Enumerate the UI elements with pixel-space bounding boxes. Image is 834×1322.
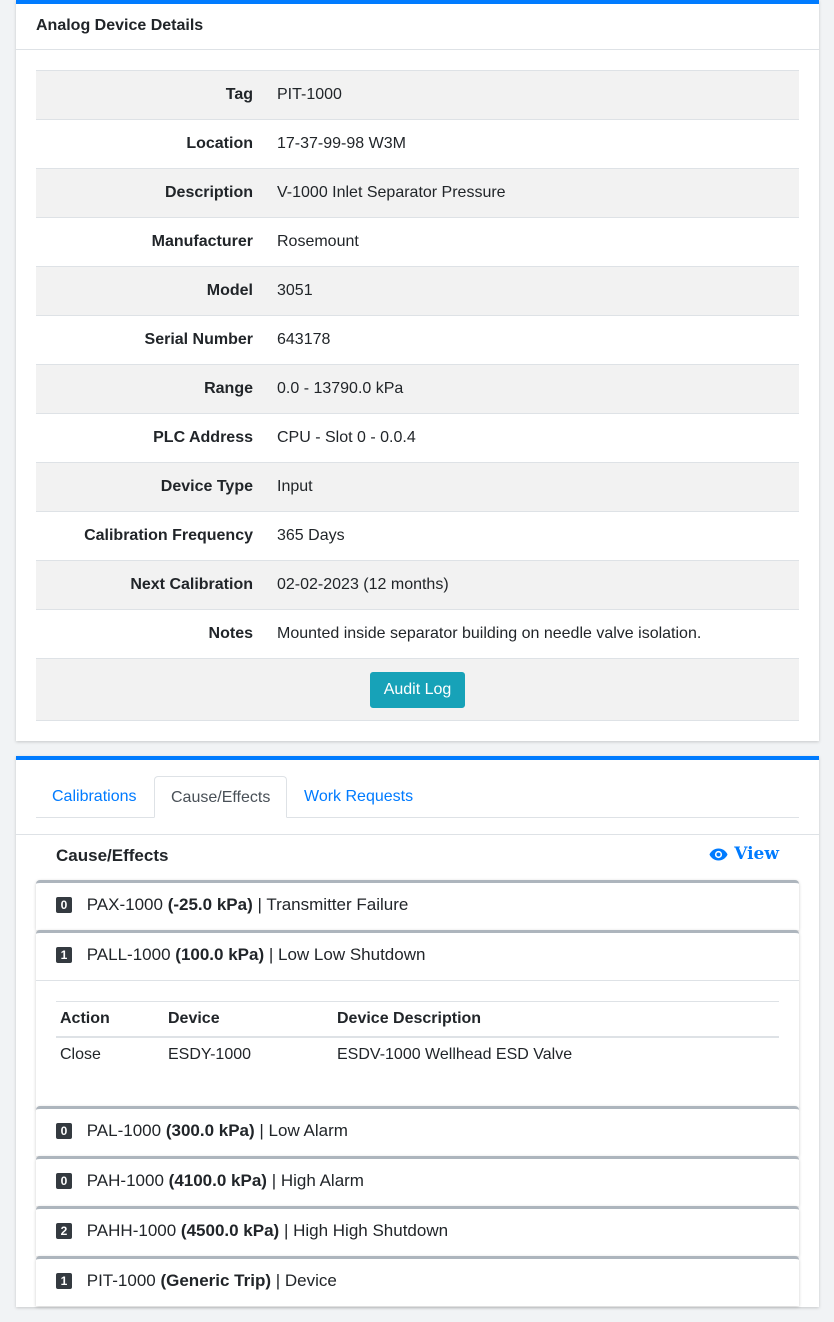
cause-setpoint: (4500.0 kPa) — [180, 1221, 280, 1240]
cause-setpoint: (Generic Trip) — [160, 1271, 271, 1290]
detail-label: Range — [36, 364, 265, 414]
detail-label: Manufacturer — [36, 217, 265, 267]
detail-label: Description — [36, 168, 265, 218]
cause-effect-item[interactable]: 0 PAL-1000 (300.0 kPa) | Low Alarm — [36, 1106, 799, 1156]
column-header-device: Device — [164, 1001, 333, 1038]
effects-panel: Action Device Device Description Close E… — [36, 980, 799, 1109]
eye-icon — [709, 848, 728, 861]
detail-row-device-type: Device Type Input — [36, 462, 799, 512]
detail-row-next-calibration: Next Calibration 02-02-2023 (12 months) — [36, 560, 799, 610]
cause-effects-title: Cause/Effects — [56, 846, 169, 865]
detail-row-notes: Notes Mounted inside separator building … — [36, 609, 799, 659]
detail-row-model: Model 3051 — [36, 266, 799, 316]
table-row: Close ESDY-1000 ESDV-1000 Wellhead ESD V… — [56, 1037, 779, 1072]
effect-count-badge: 0 — [56, 897, 72, 913]
cause-description: | Device — [275, 1271, 337, 1290]
tab-bar: Calibrations Cause/Effects Work Requests — [36, 776, 799, 818]
cause-description: | High Alarm — [271, 1171, 364, 1190]
device-tabs-card: Calibrations Cause/Effects Work Requests… — [16, 756, 819, 1307]
detail-value: 3051 — [265, 266, 799, 316]
view-label: View — [734, 844, 779, 864]
tab-work-requests[interactable]: Work Requests — [288, 776, 429, 818]
cause-effect-item[interactable]: 0 PAH-1000 (4100.0 kPa) | High Alarm — [36, 1156, 799, 1206]
effect-count-badge: 0 — [56, 1173, 72, 1189]
cause-description: | Low Low Shutdown — [268, 945, 426, 964]
cause-effect-item[interactable]: 0 PAX-1000 (-25.0 kPa) | Transmitter Fai… — [36, 880, 799, 930]
detail-row-range: Range 0.0 - 13790.0 kPa — [36, 364, 799, 414]
cause-setpoint: (300.0 kPa) — [165, 1121, 255, 1140]
cause-tag: PAL-1000 — [86, 1121, 162, 1140]
cause-description: | Low Alarm — [259, 1121, 348, 1140]
cause-tag: PAHH-1000 — [86, 1221, 177, 1240]
analog-device-details-card: Analog Device Details Tag PIT-1000 Locat… — [16, 0, 819, 741]
cause-setpoint: (4100.0 kPa) — [168, 1171, 267, 1190]
column-header-device-description: Device Description — [333, 1001, 779, 1038]
divider — [16, 834, 819, 835]
cause-description: | High High Shutdown — [283, 1221, 449, 1240]
effect-count-badge: 0 — [56, 1123, 72, 1139]
detail-value: V-1000 Inlet Separator Pressure — [265, 168, 799, 218]
detail-value: Input — [265, 462, 799, 512]
detail-row-description: Description V-1000 Inlet Separator Press… — [36, 168, 799, 218]
detail-row-location: Location 17-37-99-98 W3M — [36, 119, 799, 169]
detail-label: Model — [36, 266, 265, 316]
effect-device-description: ESDV-1000 Wellhead ESD Valve — [337, 1046, 573, 1063]
effect-count-badge: 2 — [56, 1223, 72, 1239]
cause-effect-item[interactable]: 1 PIT-1000 (Generic Trip) | Device — [36, 1256, 799, 1306]
detail-value: Rosemount — [265, 217, 799, 267]
detail-row-plc-address: PLC Address CPU - Slot 0 - 0.0.4 — [36, 413, 799, 463]
cause-tag: PALL-1000 — [86, 945, 171, 964]
detail-value: PIT-1000 — [265, 70, 799, 120]
effects-table: Action Device Device Description Close E… — [56, 1001, 779, 1072]
detail-label: PLC Address — [36, 413, 265, 463]
column-header-action: Action — [56, 1001, 164, 1038]
detail-value: Mounted inside separator building on nee… — [265, 609, 799, 659]
cause-tag: PIT-1000 — [86, 1271, 156, 1290]
detail-value: 02-02-2023 (12 months) — [265, 560, 799, 610]
detail-row-manufacturer: Manufacturer Rosemount — [36, 217, 799, 267]
cause-effect-item-expanded[interactable]: 1 PALL-1000 (100.0 kPa) | Low Low Shutdo… — [36, 930, 799, 1109]
effect-device: ESDY-1000 — [168, 1046, 252, 1063]
device-details-table: Tag PIT-1000 Location 17-37-99-98 W3M De… — [36, 70, 799, 721]
cause-setpoint: (-25.0 kPa) — [167, 895, 253, 914]
detail-label: Device Type — [36, 462, 265, 512]
effect-count-badge: 1 — [56, 1273, 72, 1289]
detail-label: Tag — [36, 70, 265, 120]
detail-value: CPU - Slot 0 - 0.0.4 — [265, 413, 799, 463]
detail-value: 17-37-99-98 W3M — [265, 119, 799, 169]
detail-label: Calibration Frequency — [36, 511, 265, 561]
cause-tag: PAX-1000 — [86, 895, 163, 914]
detail-label: Notes — [36, 609, 265, 659]
effect-action: Close — [60, 1046, 101, 1063]
effect-count-badge: 1 — [56, 947, 72, 963]
detail-value: 643178 — [265, 315, 799, 365]
audit-log-button[interactable]: Audit Log — [369, 671, 466, 708]
detail-row-serial-number: Serial Number 643178 — [36, 315, 799, 365]
card-title: Analog Device Details — [16, 4, 819, 50]
tab-calibrations[interactable]: Calibrations — [36, 776, 152, 818]
detail-label: Location — [36, 119, 265, 169]
tab-cause-effects[interactable]: Cause/Effects — [154, 776, 288, 818]
detail-value: 0.0 - 13790.0 kPa — [265, 364, 799, 414]
detail-label: Serial Number — [36, 315, 265, 365]
detail-row-tag: Tag PIT-1000 — [36, 70, 799, 120]
audit-row: Audit Log — [36, 658, 799, 721]
detail-row-calibration-frequency: Calibration Frequency 365 Days — [36, 511, 799, 561]
cause-effect-item[interactable]: 2 PAHH-1000 (4500.0 kPa) | High High Shu… — [36, 1206, 799, 1256]
cause-description: | Transmitter Failure — [257, 895, 409, 914]
detail-label: Next Calibration — [36, 560, 265, 610]
view-button[interactable]: View — [709, 844, 779, 864]
detail-value: 365 Days — [265, 511, 799, 561]
cause-tag: PAH-1000 — [86, 1171, 164, 1190]
cause-setpoint: (100.0 kPa) — [175, 945, 265, 964]
